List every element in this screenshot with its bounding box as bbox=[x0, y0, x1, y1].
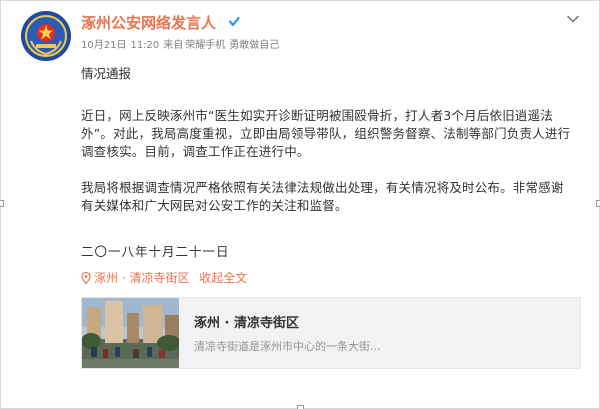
right-resize-handle[interactable] bbox=[596, 200, 600, 207]
post-time[interactable]: 11:20 bbox=[130, 40, 159, 51]
more-options-button[interactable] bbox=[565, 11, 581, 27]
post-paragraph-1: 近日，网上反映涿州市“医生如实开诊断证明被围殴骨折，打人者3个月后依旧逍遥法外”… bbox=[81, 108, 571, 159]
avatar[interactable] bbox=[21, 11, 71, 61]
bottom-resize-handle[interactable] bbox=[297, 405, 304, 409]
map-pin-icon bbox=[81, 272, 91, 284]
author-name[interactable]: 涿州公安网络发言人 bbox=[81, 14, 216, 32]
location-thumbnail bbox=[82, 298, 179, 368]
post-meta: 10月21日 11:20 来自 荣耀手机 勇敢做自己 bbox=[81, 39, 283, 53]
chevron-down-icon bbox=[567, 15, 579, 23]
source-device-suffix[interactable]: 勇敢做自己 bbox=[229, 40, 279, 51]
police-emblem-icon bbox=[21, 11, 71, 61]
verified-badge-icon bbox=[229, 16, 240, 27]
source-prefix: 来自 bbox=[163, 40, 184, 51]
card-description: 清凉寺街道是涿州市中心的一条大街... bbox=[194, 340, 381, 353]
location-row: 涿州 · 清凉寺街区 收起全文 bbox=[81, 269, 247, 287]
post-paragraph-2: 我局将根据调查情况严格依照有关法律法规做出处理，有关情况将及时公布。非常感谢有关… bbox=[81, 180, 564, 213]
collapse-text-link[interactable]: 收起全文 bbox=[199, 271, 247, 285]
post-headline: 情况通报 bbox=[81, 66, 132, 81]
post-date-line: 二〇一八年十月二十一日 bbox=[81, 244, 230, 259]
card-title: 涿州 · 清凉寺街区 bbox=[194, 316, 299, 331]
post-date[interactable]: 10月21日 bbox=[81, 40, 126, 51]
weibo-post: 涿州公安网络发言人 10月21日 11:20 来自 荣耀手机 勇敢做自己 情况通报 近日… bbox=[0, 0, 600, 409]
source-device[interactable]: 荣耀手机 bbox=[185, 40, 225, 51]
location-link[interactable]: 涿州 · 清凉寺街区 bbox=[94, 271, 189, 285]
location-card[interactable]: 涿州 · 清凉寺街区 清凉寺街道是涿州市中心的一条大街... bbox=[81, 297, 581, 369]
left-resize-handle[interactable] bbox=[0, 200, 4, 207]
author-name-row: 涿州公安网络发言人 bbox=[81, 13, 241, 33]
